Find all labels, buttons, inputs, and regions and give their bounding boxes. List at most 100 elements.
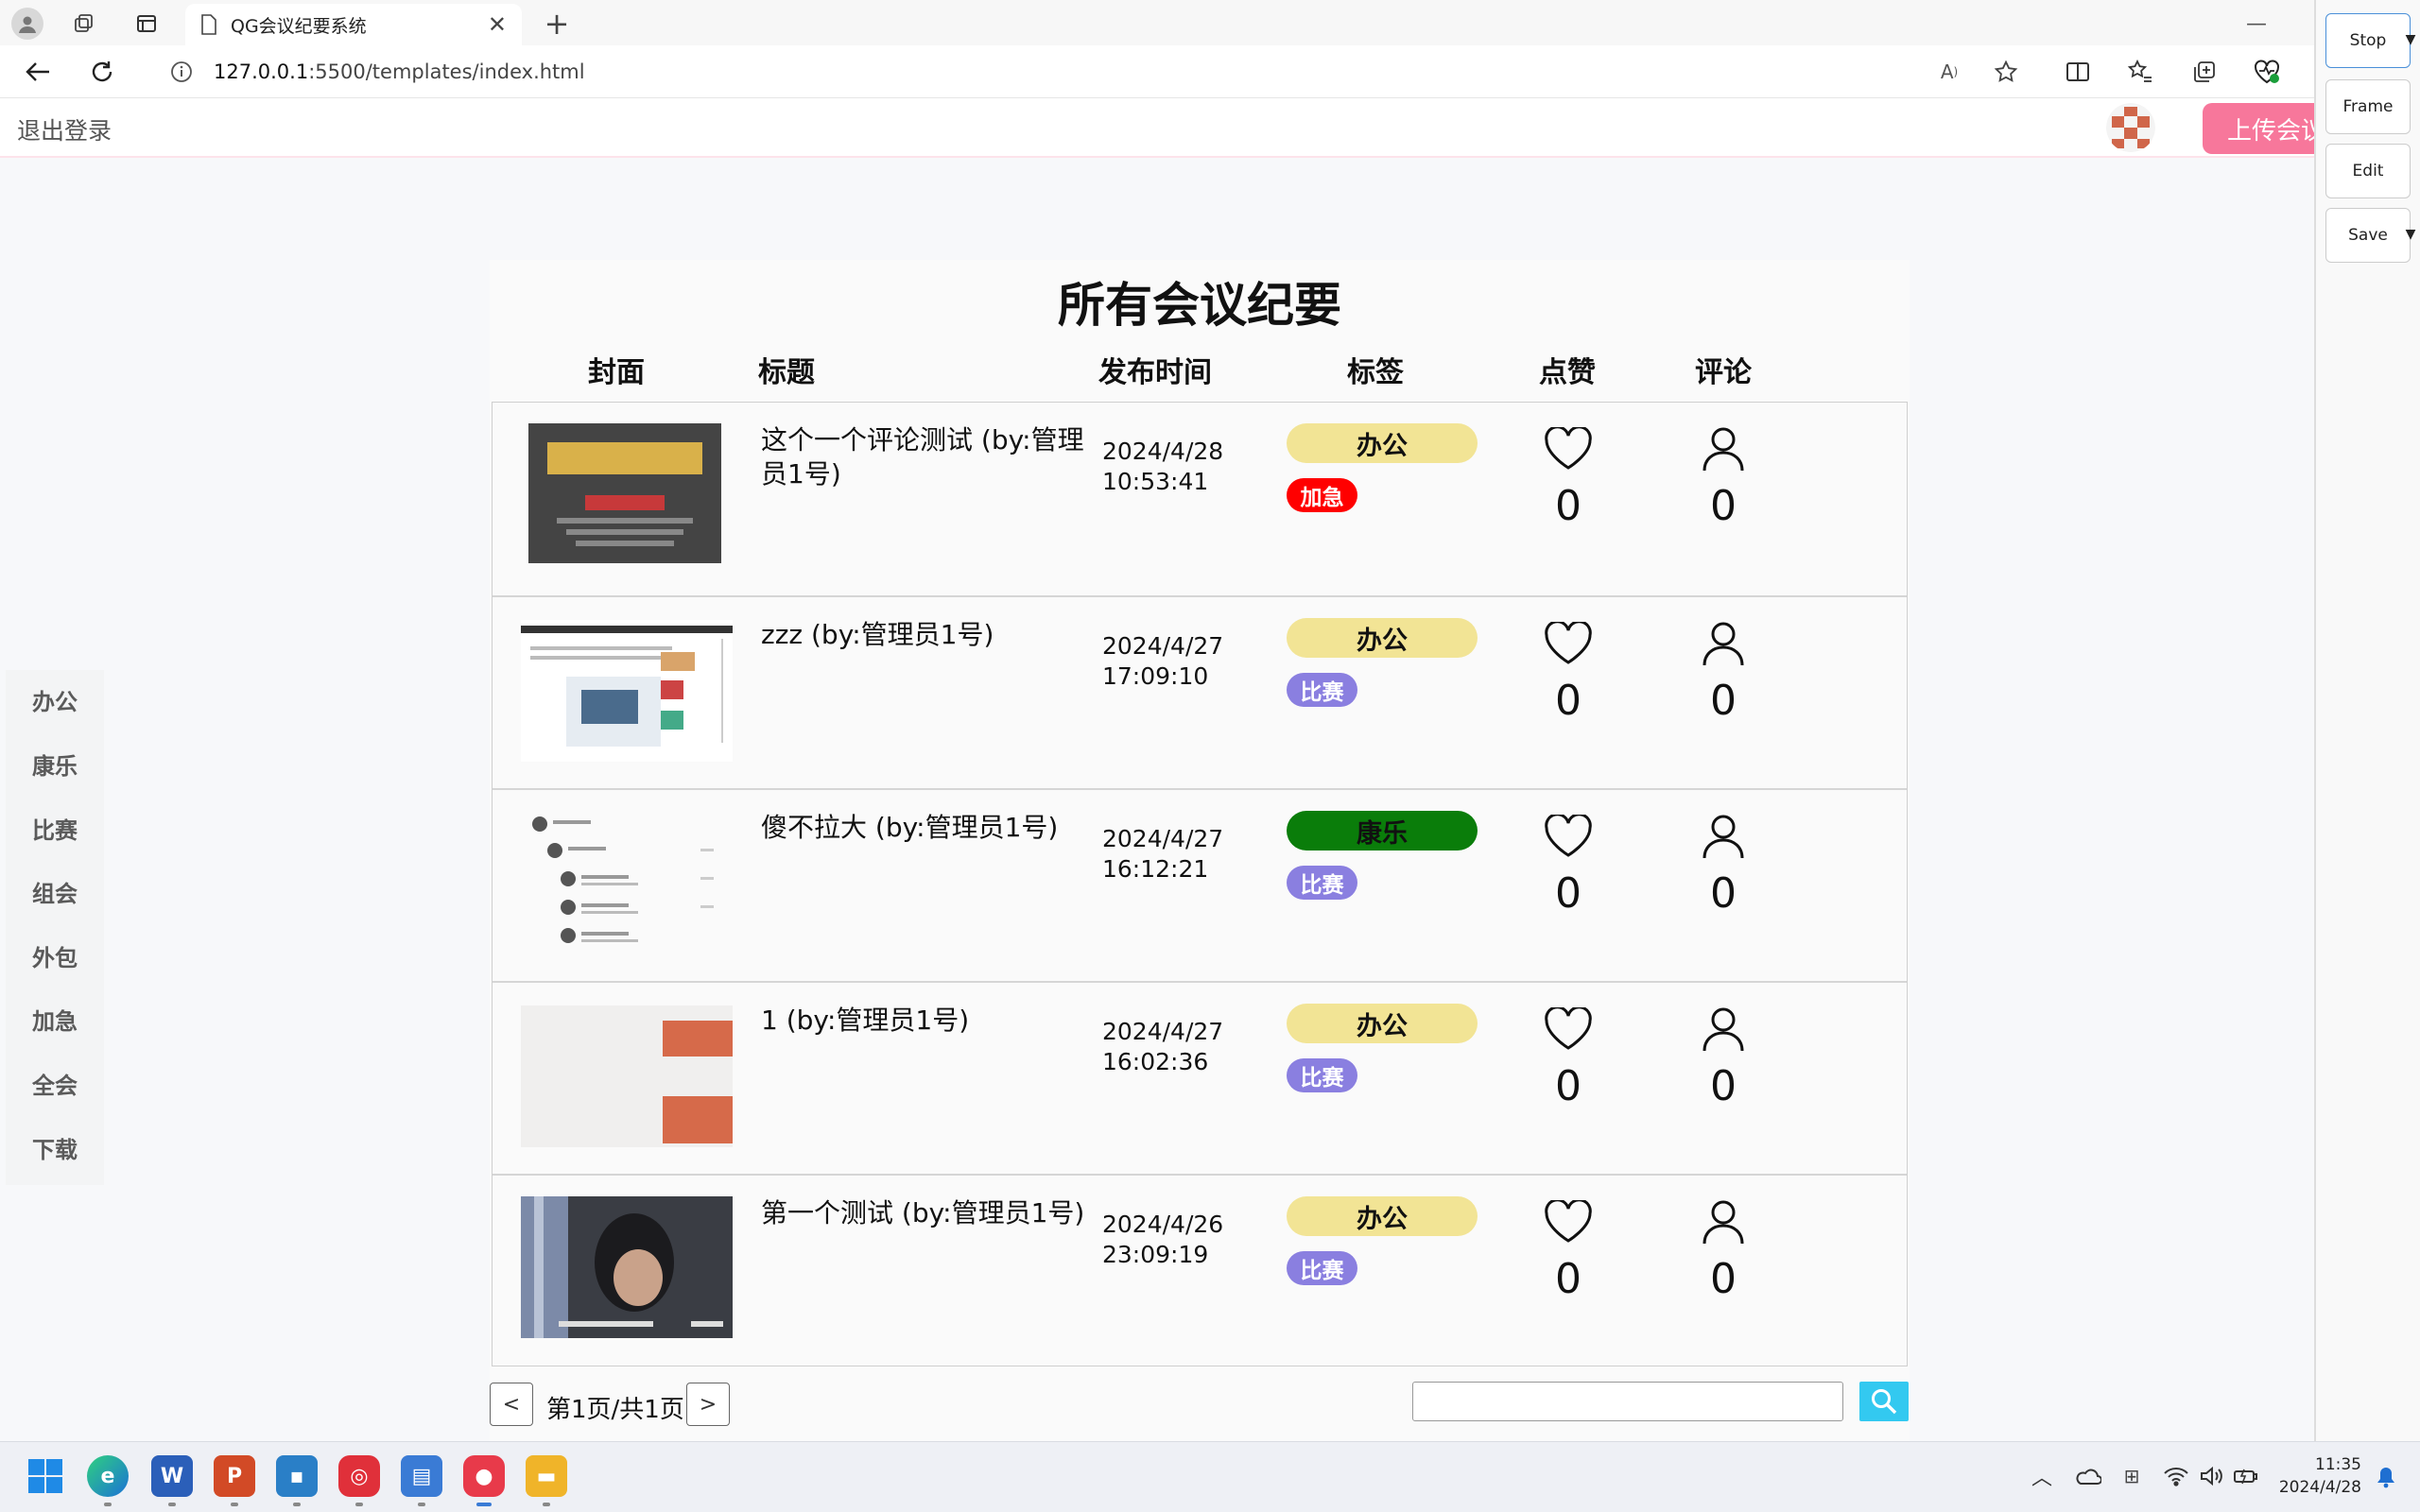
tray-overflow-icon[interactable]: ︿ (2029, 1459, 2055, 1493)
url-host: 127.0.0.1 (214, 60, 309, 83)
comment-count: 0 (1710, 869, 1737, 918)
powerpoint-icon[interactable]: P (214, 1455, 255, 1497)
start-menu-icon[interactable] (25, 1455, 66, 1497)
page-title: 所有会议纪要 (1058, 278, 1341, 333)
running-indicator (168, 1503, 176, 1506)
app-window-icon[interactable]: ▪ (276, 1455, 318, 1497)
screen-recorder-icon[interactable]: ● (463, 1455, 505, 1497)
publish-time: 2024/4/27 16:02:36 (1102, 1017, 1223, 1077)
minute-title[interactable]: 傻不拉大 (by:管理员1号) (761, 811, 1092, 845)
publish-clock: 16:02:36 (1102, 1048, 1209, 1075)
cover-thumbnail[interactable] (528, 423, 721, 563)
collections-icon[interactable] (2187, 55, 2221, 89)
word-icon[interactable]: W (151, 1455, 193, 1497)
stop-dropdown-icon[interactable]: ▼ (2401, 28, 2420, 51)
minute-title[interactable]: zzz (by:管理员1号) (761, 618, 1092, 652)
avatar[interactable] (2106, 103, 2155, 152)
tab-actions-icon[interactable] (132, 9, 161, 38)
minimize-icon[interactable]: — (2240, 8, 2273, 40)
publish-date: 2024/4/27 (1102, 1018, 1224, 1045)
frame-label: Frame (2342, 97, 2394, 116)
back-icon[interactable] (21, 55, 55, 89)
sidebar-item-office[interactable]: 办公 (6, 683, 104, 716)
clock-date: 2024/4/28 (2278, 1478, 2361, 1497)
save-dropdown-icon[interactable]: ▼ (2401, 223, 2420, 246)
sidebar-item-download[interactable]: 下载 (6, 1131, 104, 1164)
page-viewport: 退出登录 上传会议 办公 康乐 比赛 组会 外包 加急 全会 下载 所有会议纪要… (0, 99, 2335, 1474)
minute-title[interactable]: 1 (by:管理员1号) (761, 1004, 1092, 1038)
minute-title[interactable]: 这个一个评论测试 (by:管理员1号) (761, 423, 1092, 491)
input-method-icon[interactable]: ⊞ (2118, 1459, 2146, 1493)
sidebar-item-urgent[interactable]: 加急 (6, 1003, 104, 1036)
like-heart-icon[interactable] (1544, 815, 1593, 858)
sidebar-item-plenary[interactable]: 全会 (6, 1067, 104, 1100)
favorites-icon[interactable] (2123, 55, 2157, 89)
info-icon[interactable] (170, 60, 193, 83)
save-button[interactable]: Save (2325, 208, 2411, 263)
cover-thumbnail[interactable] (521, 811, 733, 953)
url-field[interactable]: 127.0.0.1:5500/templates/index.html (142, 49, 2061, 94)
logout-link[interactable]: 退出登录 (17, 112, 112, 146)
like-heart-icon[interactable] (1544, 1200, 1593, 1244)
sidebar-item-leisure[interactable]: 康乐 (6, 747, 104, 781)
sidebar-item-contest[interactable]: 比赛 (6, 812, 104, 845)
cover-thumbnail[interactable] (521, 620, 733, 762)
edge-browser-icon[interactable]: e (87, 1455, 129, 1497)
read-aloud-icon[interactable]: A) (1934, 57, 1964, 87)
comment-user-icon[interactable] (1701, 620, 1746, 667)
table-row[interactable]: zzz (by:管理员1号) 2024/4/27 17:09:10 办公 比赛 0… (493, 595, 1907, 788)
workspaces-icon[interactable] (70, 9, 98, 38)
edit-button[interactable]: Edit (2325, 144, 2411, 198)
minute-title[interactable]: 第一个测试 (by:管理员1号) (761, 1196, 1092, 1230)
comment-user-icon[interactable] (1701, 1005, 1746, 1053)
netease-music-icon[interactable]: ◎ (338, 1455, 380, 1497)
prev-page-button[interactable]: < (490, 1383, 533, 1426)
battery-icon[interactable] (2231, 1459, 2261, 1493)
comment-user-icon[interactable] (1701, 1198, 1746, 1246)
running-indicator (231, 1503, 238, 1506)
cover-thumbnail[interactable] (521, 1005, 733, 1147)
like-heart-icon[interactable] (1544, 427, 1593, 471)
comment-user-icon[interactable] (1701, 425, 1746, 472)
browser-essentials-icon[interactable] (2250, 55, 2284, 89)
table-row[interactable]: 1 (by:管理员1号) 2024/4/27 16:02:36 办公 比赛 0 0 (493, 981, 1907, 1174)
sidebar-item-outsource[interactable]: 外包 (6, 939, 104, 972)
tab-active[interactable]: QG会议纪要系统 ✕ (185, 4, 522, 45)
search-icon (1872, 1389, 1897, 1415)
publish-time: 2024/4/27 16:12:21 (1102, 824, 1223, 885)
close-tab-icon[interactable]: ✕ (488, 11, 507, 38)
next-page-button[interactable]: > (686, 1383, 730, 1426)
wifi-icon[interactable] (2161, 1459, 2191, 1493)
table-row[interactable]: 这个一个评论测试 (by:管理员1号) 2024/4/28 10:53:41 办公… (493, 403, 1907, 595)
stop-button[interactable]: Stop (2325, 13, 2411, 68)
volume-icon[interactable] (2197, 1459, 2227, 1493)
sidebar-item-group-meeting[interactable]: 组会 (6, 875, 104, 908)
publish-date: 2024/4/27 (1102, 632, 1224, 660)
like-heart-icon[interactable] (1544, 1007, 1593, 1051)
publish-date: 2024/4/27 (1102, 825, 1224, 852)
table-row[interactable]: 傻不拉大 (by:管理员1号) 2024/4/27 16:12:21 康乐 比赛 … (493, 788, 1907, 981)
running-indicator (355, 1503, 363, 1506)
profile-icon[interactable] (11, 8, 43, 40)
search-input[interactable] (1412, 1382, 1843, 1421)
cover-thumbnail[interactable] (521, 1196, 733, 1338)
file-explorer-icon[interactable]: ▬ (526, 1455, 567, 1497)
table-row[interactable]: 第一个测试 (by:管理员1号) 2024/4/26 23:09:19 办公 比赛… (493, 1174, 1907, 1366)
comment-count: 0 (1710, 1255, 1737, 1303)
frame-button[interactable]: Frame (2325, 79, 2411, 134)
split-screen-icon[interactable] (2061, 55, 2095, 89)
refresh-icon[interactable] (85, 55, 119, 89)
onedrive-icon[interactable] (2070, 1459, 2104, 1493)
archive-icon[interactable]: ▤ (401, 1455, 442, 1497)
like-heart-icon[interactable] (1544, 622, 1593, 665)
search-button[interactable] (1859, 1382, 1909, 1421)
comment-user-icon[interactable] (1701, 813, 1746, 860)
new-tab-icon[interactable]: + (541, 6, 573, 42)
notification-bell-icon[interactable] (2373, 1463, 2399, 1491)
taskbar: e W P ▪ ◎ ▤ ● ▬ ︿ ⊞ 11:35 2024/4/28 (0, 1441, 2420, 1512)
clock[interactable]: 11:35 2024/4/28 (2276, 1453, 2361, 1499)
tag-primary: 办公 (1287, 1196, 1478, 1236)
top-nav: 退出登录 上传会议 (0, 99, 2335, 158)
browser-tab-bar: QG会议纪要系统 ✕ + — (0, 0, 2314, 45)
favorite-star-icon[interactable] (1989, 55, 2023, 89)
